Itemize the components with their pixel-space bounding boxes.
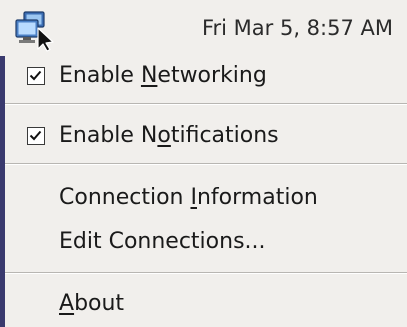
menu-item-label: Enable Networking bbox=[59, 63, 267, 88]
menu-separator bbox=[5, 103, 407, 105]
menu-item-enable-notifications[interactable]: Enable Notifications bbox=[5, 116, 407, 156]
menu-item-label: Connection Information bbox=[59, 185, 318, 210]
menu-separator bbox=[5, 163, 407, 165]
panel-clock[interactable]: Fri Mar 5, 8:57 AM bbox=[202, 14, 393, 42]
network-manager-icon[interactable] bbox=[14, 10, 58, 52]
menu-item-label: About bbox=[59, 291, 125, 316]
menu-item-label: Edit Connections... bbox=[59, 229, 266, 254]
checkbox-checked-icon[interactable] bbox=[27, 127, 45, 145]
checkbox-checked-icon[interactable] bbox=[27, 67, 45, 85]
menu-item-edit-connections[interactable]: Edit Connections... bbox=[5, 222, 407, 262]
menu-separator bbox=[5, 272, 407, 274]
menu-item-about[interactable]: About bbox=[5, 284, 407, 324]
menu-item-label: Enable Notifications bbox=[59, 123, 279, 148]
menu-item-connection-information[interactable]: Connection Information bbox=[5, 178, 407, 218]
menu-item-enable-networking[interactable]: Enable Networking bbox=[5, 56, 407, 96]
top-panel: Fri Mar 5, 8:57 AM bbox=[0, 0, 407, 56]
